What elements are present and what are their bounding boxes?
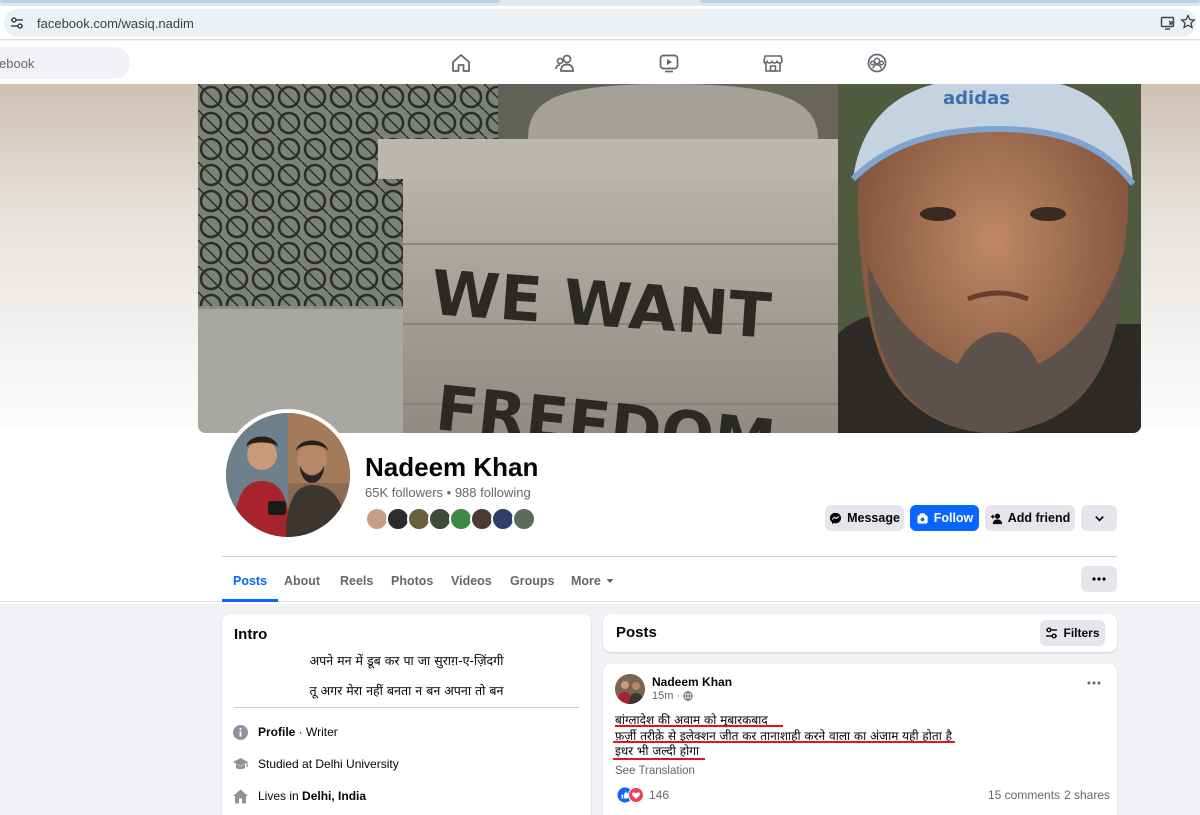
profile-type-label: Profile — [258, 725, 296, 739]
add-friend-icon — [990, 513, 1002, 524]
chevron-down-icon — [1094, 515, 1104, 522]
globe-icon — [683, 691, 693, 701]
tab-about[interactable]: About — [284, 560, 320, 602]
cover-photo[interactable]: WE WANT FREEDOM adidas — [198, 84, 1141, 433]
reaction-count: 146 — [649, 788, 670, 802]
post-card: Nadeem Khan 15m · बांग्लादेश की अवाम को … — [603, 664, 1117, 815]
follow-label: Follow — [933, 511, 974, 525]
graduation-cap-icon — [233, 757, 248, 769]
avatar-image — [226, 413, 350, 537]
post-time-text: 15m · — [652, 690, 681, 702]
location-text[interactable]: Delhi, India — [302, 789, 366, 803]
marketplace-icon[interactable] — [762, 52, 784, 74]
friend-avatar[interactable] — [512, 507, 536, 531]
intro-divider — [234, 707, 579, 708]
profile-options-button[interactable] — [1081, 566, 1117, 592]
follow-icon — [917, 512, 928, 524]
post-author-avatar[interactable] — [615, 674, 645, 704]
cover-image: WE WANT FREEDOM adidas — [198, 84, 1141, 433]
intro-profile-row: Profile · Writer — [232, 722, 338, 742]
install-app-icon[interactable] — [1160, 15, 1176, 31]
filters-label: Filters — [1063, 626, 1100, 640]
more-dots-icon — [1092, 577, 1106, 581]
profile-category: · Writer — [295, 725, 338, 739]
post-text-line-3: इधर भी जल्दी होगा — [615, 744, 700, 758]
caret-down-icon — [606, 579, 614, 583]
add-friend-button[interactable]: Add friend — [985, 505, 1075, 531]
bio-line-2: तू अगर मेरा नहीं बनता न बन अपना तो बन — [309, 683, 504, 698]
intro-title: Intro — [234, 626, 268, 643]
bio-line-1: अपने मन में डूब कर पा जा सुराग़-ए-ज़िंदग… — [309, 653, 504, 668]
video-icon[interactable] — [658, 52, 680, 74]
comments-count[interactable]: 15 comments — [988, 788, 1060, 802]
add-friend-label: Add friend — [1007, 511, 1071, 525]
browser-tab[interactable] — [0, 0, 500, 3]
intro-location-row: Lives in Delhi, India — [232, 786, 366, 806]
home-icon[interactable] — [450, 52, 472, 74]
tab-groups[interactable]: Groups — [510, 560, 554, 602]
url-text: facebook.com/wasiq.nadim — [37, 16, 194, 31]
bookmark-star-icon[interactable] — [1180, 14, 1196, 30]
reactions-summary[interactable]: 146 — [617, 787, 669, 803]
posts-title: Posts — [616, 624, 657, 641]
cap-text: adidas — [943, 88, 1010, 109]
tab-more[interactable]: More — [571, 560, 615, 602]
address-bar: facebook.com/wasiq.nadim — [0, 6, 1200, 40]
profile-avatar[interactable] — [222, 409, 354, 541]
info-icon — [233, 724, 248, 740]
filters-icon — [1046, 627, 1058, 639]
friends-icon[interactable] — [554, 52, 576, 74]
search-input[interactable]: ebook — [0, 47, 130, 79]
shares-count[interactable]: 2 shares — [1064, 788, 1110, 802]
house-icon — [233, 789, 248, 803]
follow-button[interactable]: Follow — [910, 505, 979, 531]
messenger-icon — [830, 512, 842, 524]
education-text[interactable]: Studied at Delhi University — [258, 757, 399, 771]
see-translation-link[interactable]: See Translation — [615, 765, 695, 777]
lives-prefix: Lives in — [258, 789, 303, 803]
search-placeholder: ebook — [0, 56, 35, 71]
message-label: Message — [847, 511, 900, 525]
posts-header-card: Posts Filters — [603, 614, 1117, 652]
site-settings-icon[interactable] — [10, 16, 24, 30]
post-timestamp[interactable]: 15m · — [652, 690, 693, 702]
facebook-navbar: ebook — [0, 41, 1200, 84]
post-options-icon[interactable] — [1087, 680, 1101, 686]
url-field[interactable]: facebook.com/wasiq.nadim — [4, 9, 1196, 37]
reaction-icons — [617, 787, 644, 803]
tab-videos[interactable]: Videos — [451, 560, 492, 602]
profile-name: Nadeem Khan — [365, 452, 539, 482]
more-actions-button[interactable] — [1081, 505, 1117, 531]
intro-education-row: Studied at Delhi University — [232, 754, 399, 774]
intro-card: Intro अपने मन में डूब कर पा जा सुराग़-ए-… — [222, 614, 591, 815]
tab-reels[interactable]: Reels — [340, 560, 373, 602]
message-button[interactable]: Message — [825, 505, 904, 531]
tab-more-label: More — [571, 574, 601, 588]
followers-count[interactable]: 65K followers • 988 following — [365, 485, 531, 500]
filters-button[interactable]: Filters — [1040, 620, 1105, 646]
post-author-name[interactable]: Nadeem Khan — [652, 675, 732, 689]
groups-icon[interactable] — [866, 52, 888, 74]
tab-posts[interactable]: Posts — [222, 560, 279, 602]
browser-tab[interactable] — [700, 0, 1200, 3]
annotation-underline — [613, 758, 705, 760]
tab-photos[interactable]: Photos — [391, 560, 433, 602]
header-divider — [222, 556, 1117, 557]
post-avatar-image — [615, 674, 645, 704]
